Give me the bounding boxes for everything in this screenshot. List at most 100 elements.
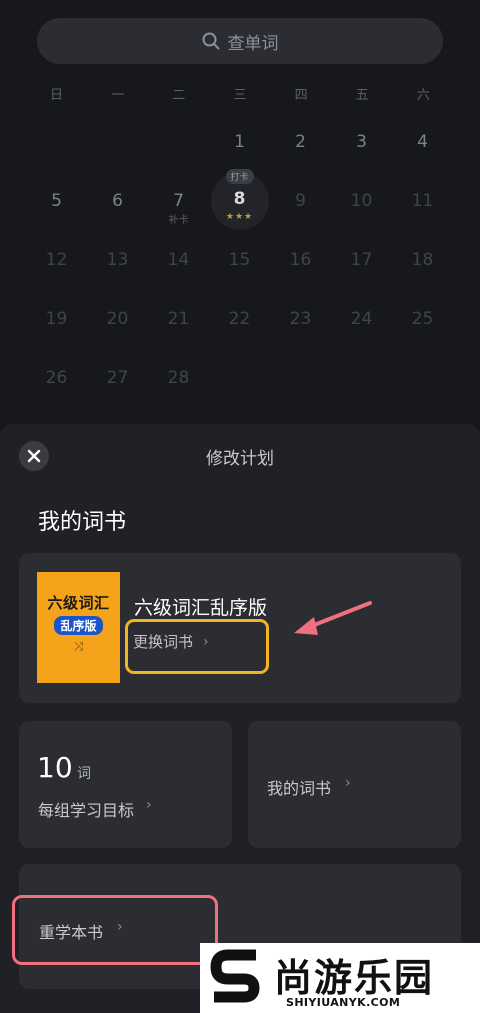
weekday-label: 三 [233, 88, 247, 103]
section-title: 我的词书 [38, 510, 127, 535]
day-number: 5 [51, 190, 62, 211]
calendar-day[interactable]: 5 [26, 171, 87, 230]
calendar-day[interactable]: 25 [392, 289, 453, 348]
day-number: 26 [45, 367, 68, 388]
calendar-day[interactable]: 20 [87, 289, 148, 348]
calendar-day[interactable]: 8 打卡 ★★★ [209, 169, 270, 230]
weekday-label: 二 [172, 88, 186, 103]
calendar-day[interactable]: 13 [87, 230, 148, 289]
weekday-label: 四 [294, 88, 308, 103]
weekday-header: 日 一 二 三 四 五 六 [26, 84, 454, 103]
day-number: 15 [228, 249, 251, 270]
cover-title: 六级词汇 [47, 594, 110, 612]
day-number: 19 [45, 308, 68, 329]
watermark-cn: 尚游乐园 [274, 956, 435, 1000]
calendar-day[interactable]: 24 [331, 289, 392, 348]
day-number: 10 [350, 190, 373, 211]
calendar-day[interactable]: 6 [87, 171, 148, 230]
book-name: 六级词汇乱序版 [134, 597, 268, 619]
shuffle-icon: ⤨ [73, 639, 84, 653]
sheet-title: 修改计划 [206, 449, 274, 469]
day-number: 13 [106, 249, 129, 270]
my-books-label: 我的词书 [267, 779, 332, 798]
calendar-day[interactable]: 4 [392, 112, 453, 171]
calendar-day[interactable]: 14 [148, 230, 209, 289]
calendar-grid: 1 2 3 4 5 6 7 补卡 8 打卡 ★★★ 9 10 11 12 13 14 15 16 17 18 19 20 21… [26, 112, 454, 407]
weekday-label: 五 [355, 88, 369, 103]
calendar-day[interactable]: 16 [270, 230, 331, 289]
day-number: 1 [234, 131, 245, 152]
day-number: 17 [350, 249, 373, 270]
day-number: 9 [295, 190, 306, 211]
day-number: 21 [167, 308, 190, 329]
calendar-day[interactable]: 2 [270, 112, 331, 171]
goal-unit: 词 [77, 766, 91, 782]
day-number: 22 [228, 308, 251, 329]
logo-s-icon [210, 949, 260, 1003]
weekday-label: 六 [416, 88, 430, 103]
calendar-day[interactable]: 19 [26, 289, 87, 348]
day-number: 12 [45, 249, 68, 270]
cover-subtitle: 乱序版 [54, 616, 103, 635]
calendar-day[interactable]: 1 [209, 112, 270, 171]
day-number: 2 [295, 131, 306, 152]
day-number: 3 [356, 131, 367, 152]
calendar-day[interactable]: 17 [331, 230, 392, 289]
day-number: 28 [167, 367, 190, 388]
goal-number: 10 [37, 751, 73, 784]
watermark-en: SHIYIUANYK.COM [286, 996, 401, 1009]
calendar-day[interactable]: 18 [392, 230, 453, 289]
calendar-day[interactable]: 15 [209, 230, 270, 289]
day-number: 27 [106, 367, 129, 388]
chevron-right-icon: › [345, 775, 351, 791]
chevron-right-icon: › [146, 797, 152, 813]
calendar-day[interactable]: 23 [270, 289, 331, 348]
goal-label: 每组学习目标 [38, 801, 135, 820]
search-placeholder: 查单词 [227, 33, 279, 54]
calendar-day[interactable]: 9 [270, 171, 331, 230]
day-number: 23 [289, 308, 312, 329]
star-rating: ★★★ [225, 212, 254, 222]
calendar-day[interactable]: 12 [26, 230, 87, 289]
calendar-day[interactable]: 11 [392, 171, 453, 230]
weekday-label: 一 [111, 88, 125, 103]
calendar-empty-cell [148, 112, 209, 171]
calendar-day[interactable]: 27 [87, 348, 148, 407]
calendar-day[interactable]: 26 [26, 348, 87, 407]
day-number: 8 [233, 188, 246, 209]
calendar-day[interactable]: 10 [331, 171, 392, 230]
book-cover: 六级词汇 乱序版 ⤨ [37, 572, 120, 683]
highlight-box [125, 619, 269, 674]
arrow-annotation [294, 601, 372, 635]
goal-label-row: 每组学习目标 › [38, 797, 152, 821]
daily-goal-card[interactable]: 10 词 每组学习目标 › [19, 721, 232, 848]
calendar-day[interactable]: 7 补卡 [148, 171, 209, 230]
makeup-label: 补卡 [168, 215, 189, 226]
current-book-card: 六级词汇 乱序版 ⤨ 六级词汇乱序版 更换词书 › [19, 553, 461, 703]
day-number: 11 [411, 190, 434, 211]
watermark-logo: 尚游乐园 SHIYIUANYK.COM [200, 943, 480, 1013]
day-number: 7 [173, 190, 184, 211]
day-number: 25 [411, 308, 434, 329]
checkin-badge: 打卡 [225, 169, 254, 184]
calendar-day[interactable]: 28 [148, 348, 209, 407]
search-bar[interactable]: 查单词 [37, 18, 443, 64]
day-number: 4 [417, 131, 428, 152]
day-number: 24 [350, 308, 373, 329]
calendar-empty-cell [87, 112, 148, 171]
day-number: 14 [167, 249, 190, 270]
day-number: 18 [411, 249, 434, 270]
my-books-label-row: 我的词书 › [267, 775, 351, 799]
my-books-card[interactable]: 我的词书 › [248, 721, 461, 848]
calendar-day[interactable]: 22 [209, 289, 270, 348]
day-number: 20 [106, 308, 129, 329]
search-icon [202, 32, 219, 50]
day-number: 16 [289, 249, 312, 270]
day-number: 6 [112, 190, 123, 211]
calendar-day[interactable]: 21 [148, 289, 209, 348]
calendar-day[interactable]: 3 [331, 112, 392, 171]
calendar-background: 查单词 日 一 二 三 四 五 六 1 2 3 4 5 6 7 补卡 8 打卡 ★★★ 9 10 11 12… [0, 0, 480, 430]
weekday-label: 日 [49, 88, 63, 103]
calendar-empty-cell [26, 112, 87, 171]
highlight-box [12, 895, 218, 965]
